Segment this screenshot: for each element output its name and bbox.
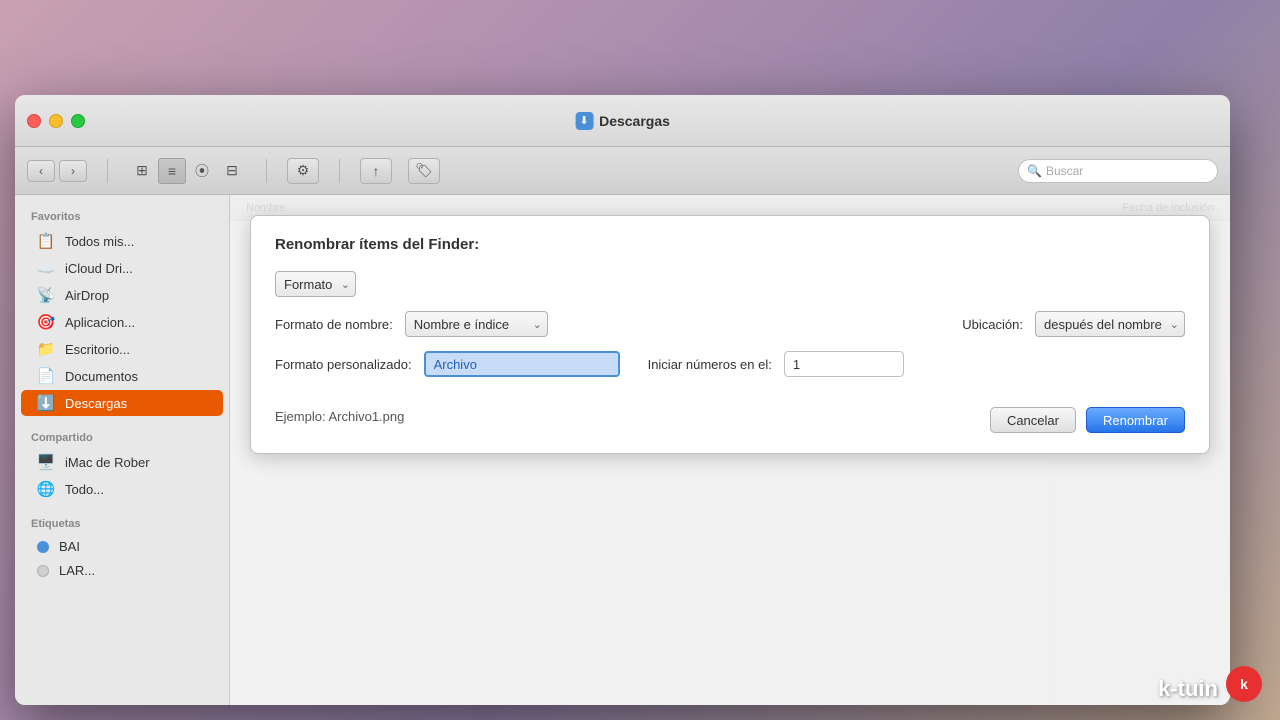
traffic-lights [27, 114, 85, 128]
airdrop-label: AirDrop [65, 288, 109, 303]
todo-label: Todo... [65, 482, 104, 497]
example-text: Ejemplo: Archivo1.png [275, 409, 404, 424]
titlebar-center: ⬇ Descargas [575, 112, 670, 130]
escritorio-icon: 📁 [37, 340, 55, 358]
toolbar-divider-2 [266, 159, 267, 183]
search-placeholder: Buscar [1046, 164, 1083, 178]
sidebar-item-aplicaciones[interactable]: 🎯 Aplicacion... [21, 309, 223, 335]
view-icon-button[interactable]: ⊞ [128, 158, 156, 184]
aplicaciones-icon: 🎯 [37, 313, 55, 331]
iniciar-label: Iniciar números en el: [648, 357, 772, 372]
sidebar-item-escritorio[interactable]: 📁 Escritorio... [21, 336, 223, 362]
window-title: Descargas [599, 113, 670, 129]
nav-buttons: ‹ › [27, 160, 87, 182]
maximize-button[interactable] [71, 114, 85, 128]
lar-label: LAR... [59, 563, 95, 578]
lar-dot [37, 565, 49, 577]
watermark-badge: k [1226, 666, 1262, 702]
cancel-button[interactable]: Cancelar [990, 407, 1076, 433]
escritorio-label: Escritorio... [65, 342, 130, 357]
todos-label: Todos mis... [65, 234, 134, 249]
documentos-label: Documentos [65, 369, 138, 384]
sidebar-item-todos[interactable]: 📋 Todos mis... [21, 228, 223, 254]
airdrop-icon: 📡 [37, 286, 55, 304]
panel-buttons: Cancelar Renombrar [990, 407, 1185, 433]
toolbar: ‹ › ⊞ ≡ ⦿ ⊟ ⚙ ↑ 🏷 🔍 Buscar [15, 147, 1230, 195]
search-box[interactable]: 🔍 Buscar [1018, 159, 1218, 183]
toolbar-divider-1 [107, 159, 108, 183]
imac-label: iMac de Rober [65, 455, 150, 470]
close-button[interactable] [27, 114, 41, 128]
watermark-text: k-tuin [1158, 676, 1218, 702]
ubicacion-select-wrapper: después del nombre antes del nombre [1035, 311, 1185, 337]
aplicaciones-label: Aplicacion... [65, 315, 135, 330]
todos-icon: 📋 [37, 232, 55, 250]
forward-button[interactable]: › [59, 160, 87, 182]
sidebar-item-airdrop[interactable]: 📡 AirDrop [21, 282, 223, 308]
sidebar: Favoritos 📋 Todos mis... ☁️ iCloud Dri..… [15, 195, 230, 705]
format-select-wrapper: Formato Texto Fecha [275, 271, 356, 297]
icloud-label: iCloud Dri... [65, 261, 133, 276]
nombre-select[interactable]: Nombre e índice Nombre y contador Nombre… [405, 311, 548, 337]
file-area: Nombre Fecha de inclusión hoy 18:20 hoy … [230, 195, 1230, 705]
sidebar-item-bai[interactable]: BAI [21, 535, 223, 558]
imac-icon: 🖥️ [37, 453, 55, 471]
example-buttons-row: Ejemplo: Archivo1.png Cancelar Renombrar [275, 391, 1185, 433]
rename-panel: Renombrar ítems del Finder: Formato Text… [250, 215, 1210, 454]
finder-window: ⬇ Descargas ‹ › ⊞ ≡ ⦿ ⊟ ⚙ ↑ 🏷 🔍 Buscar [15, 95, 1230, 705]
format-row: Formato Texto Fecha [275, 271, 1185, 297]
sidebar-item-icloud[interactable]: ☁️ iCloud Dri... [21, 255, 223, 281]
descargas-icon: ⬇️ [37, 394, 55, 412]
sidebar-item-lar[interactable]: LAR... [21, 559, 223, 582]
search-icon: 🔍 [1027, 164, 1042, 178]
minimize-button[interactable] [49, 114, 63, 128]
view-columns-button[interactable]: ⦿ [188, 158, 216, 184]
descargas-label: Descargas [65, 396, 127, 411]
rename-button[interactable]: Renombrar [1086, 407, 1185, 433]
nombre-label: Formato de nombre: [275, 317, 393, 332]
main-content: Favoritos 📋 Todos mis... ☁️ iCloud Dri..… [15, 195, 1230, 705]
view-buttons: ⊞ ≡ ⦿ ⊟ [128, 158, 246, 184]
iniciar-input[interactable] [784, 351, 904, 377]
toolbar-right: 🔍 Buscar [1018, 159, 1218, 183]
sidebar-item-descargas[interactable]: ⬇️ Descargas [21, 390, 223, 416]
share-button[interactable]: ↑ [360, 158, 392, 184]
titlebar: ⬇ Descargas [15, 95, 1230, 147]
settings-button[interactable]: ⚙ [287, 158, 319, 184]
format-select[interactable]: Formato Texto Fecha [275, 271, 356, 297]
ubicacion-label: Ubicación: [962, 317, 1023, 332]
folder-icon: ⬇ [575, 112, 593, 130]
sidebar-item-todo[interactable]: 🌐 Todo... [21, 476, 223, 502]
tag-button[interactable]: 🏷 [408, 158, 440, 184]
nombre-ubicacion-row: Formato de nombre: Nombre e índice Nombr… [275, 311, 1185, 337]
sidebar-item-imac[interactable]: 🖥️ iMac de Rober [21, 449, 223, 475]
todo-icon: 🌐 [37, 480, 55, 498]
personalizado-label: Formato personalizado: [275, 357, 412, 372]
documentos-icon: 📄 [37, 367, 55, 385]
bai-dot [37, 541, 49, 553]
sidebar-section-etiquetas: Etiquetas [15, 514, 229, 534]
watermark: k-tuin k [1226, 666, 1262, 702]
bai-label: BAI [59, 539, 80, 554]
sidebar-item-documentos[interactable]: 📄 Documentos [21, 363, 223, 389]
back-button[interactable]: ‹ [27, 160, 55, 182]
personalizado-input[interactable] [424, 351, 620, 377]
sidebar-section-favoritos: Favoritos [15, 207, 229, 227]
view-list-button[interactable]: ≡ [158, 158, 186, 184]
ubicacion-select[interactable]: después del nombre antes del nombre [1035, 311, 1185, 337]
personalizado-iniciar-row: Formato personalizado: Iniciar números e… [275, 351, 1185, 377]
icloud-icon: ☁️ [37, 259, 55, 277]
toolbar-divider-3 [339, 159, 340, 183]
sidebar-section-compartido: Compartido [15, 428, 229, 448]
rename-overlay: Renombrar ítems del Finder: Formato Text… [230, 195, 1230, 705]
view-gallery-button[interactable]: ⊟ [218, 158, 246, 184]
panel-title: Renombrar ítems del Finder: [275, 236, 1185, 253]
nombre-select-wrapper: Nombre e índice Nombre y contador Nombre… [405, 311, 548, 337]
